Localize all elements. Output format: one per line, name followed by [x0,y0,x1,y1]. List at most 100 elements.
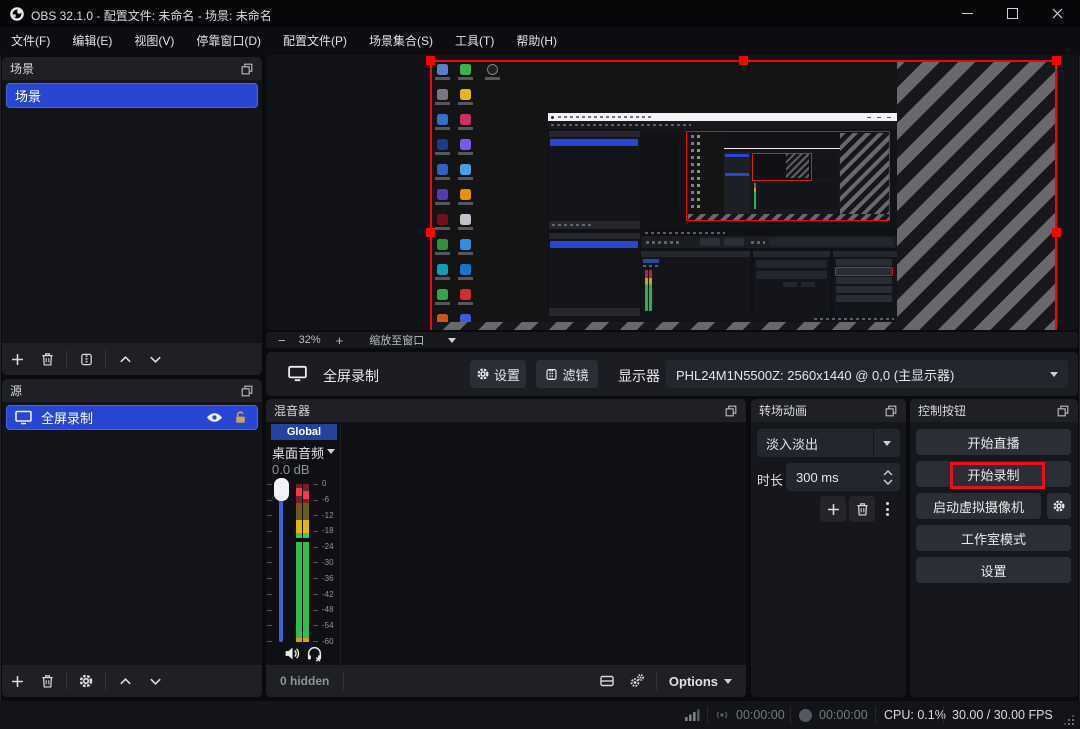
virtual-camera-settings-button[interactable] [1047,493,1071,519]
combo-arrow-icon [1050,372,1058,377]
menu-item[interactable]: 场景集合(S) [358,27,444,55]
lock-unlocked-icon[interactable] [233,410,248,425]
transition-duration-spinbox[interactable]: 300 ms [786,463,900,491]
menu-item[interactable]: 编辑(E) [61,27,123,55]
add-source-button[interactable] [2,665,32,697]
record-timer: 00:00:00 [819,708,868,722]
transition-properties-button[interactable] [878,496,896,522]
selection-handle[interactable] [739,56,748,65]
settings-button[interactable]: 设置 [916,557,1071,583]
selection-border-right [1055,60,1057,330]
selection-handle[interactable] [1052,56,1061,65]
studio-mode-button[interactable]: 工作室模式 [916,525,1071,551]
menu-bar: 文件(F)编辑(E)视图(V)停靠窗口(D)配置文件(P)场景集合(S)工具(T… [0,27,1080,55]
cpu-usage: CPU: 0.1% [884,708,946,722]
mixer-dock: 混音器 Global 桌面音频 0.0 dB [266,399,746,697]
dock-popup-icon[interactable] [1056,404,1070,418]
selection-handle[interactable] [426,56,435,65]
selected-source-toolbar: 全屏录制 设置 滤镜 显示器 PHL24M1N5500Z: 2560x1440 … [266,352,1078,396]
sources-dock: 源 全屏录制 [2,379,262,697]
obs-logo-icon [9,6,25,22]
controls-dock-title: 控制按钮 [918,402,1056,419]
menu-item[interactable]: 配置文件(P) [272,27,358,55]
maximize-button[interactable] [990,0,1035,27]
source-filters-button[interactable]: 滤镜 [536,360,598,388]
menu-item[interactable]: 工具(T) [444,27,505,55]
preview-captured-obs-window [548,113,897,322]
zoom-in-button[interactable]: + [336,333,344,348]
volume-db-label: 0.0 dB [272,462,310,477]
channel-dropdown-arrow[interactable] [327,449,335,454]
mixer-options-button[interactable]: Options [669,674,718,689]
source-settings-button[interactable]: 设置 [470,360,526,388]
mixer-bottom-bar: 0 hidden Options [266,665,746,697]
visibility-eye-icon[interactable] [206,410,223,425]
network-status-icon [684,708,700,722]
sources-dock-header: 源 [2,379,262,402]
zoom-out-button[interactable]: − [278,333,286,348]
display-select-combo[interactable]: PHL24M1N5500Z: 2560x1440 @ 0,0 (主显示器) [666,360,1068,388]
transition-select-combo[interactable]: 淡入淡出 [757,429,900,457]
remove-source-button[interactable] [32,665,62,697]
mixer-settings-button[interactable] [622,665,652,697]
menu-item[interactable]: 停靠窗口(D) [185,27,272,55]
controls-dock-header: 控制按钮 [910,399,1078,422]
volume-slider-track[interactable] [279,484,283,642]
start-streaming-button[interactable]: 开始直播 [916,429,1071,455]
selected-source-name: 全屏录制 [323,366,379,386]
add-scene-button[interactable] [2,343,32,375]
preview-canvas[interactable] [266,55,1078,330]
add-transition-button[interactable] [820,496,846,522]
volume-slider-handle[interactable] [274,478,289,501]
record-status-icon [799,709,812,722]
status-bar: 00:00:00 00:00:00 CPU: 0.1% 30.00 / 30.0… [0,701,1080,729]
display-source-icon [15,410,32,425]
mixer-layout-button[interactable] [592,665,622,697]
dock-popup-icon[interactable] [240,384,254,398]
zoom-fit-label[interactable]: 缩放至窗口 [369,332,424,348]
start-virtual-camera-button[interactable]: 启动虚拟摄像机 [916,493,1041,519]
speaker-icon[interactable] [284,645,301,662]
zoom-level: 32% [299,334,321,346]
remove-scene-button[interactable] [32,343,62,375]
source-up-button[interactable] [110,665,140,697]
source-properties-button[interactable] [71,665,101,697]
spin-up-icon[interactable] [883,470,893,476]
dock-popup-icon[interactable] [240,62,254,76]
scene-down-button[interactable] [140,343,170,375]
minimize-button[interactable] [945,0,990,27]
dock-popup-icon[interactable] [884,404,898,418]
scene-list-item[interactable]: 场景 [6,83,258,108]
options-arrow-icon[interactable] [724,679,732,684]
source-list-item[interactable]: 全屏录制 [6,405,258,430]
duration-label: 时长 [757,470,783,489]
scene-filters-button[interactable] [71,343,101,375]
menu-item[interactable]: 视图(V) [123,27,185,55]
controls-dock: 控制按钮 开始直播 开始录制 启动虚拟摄像机 工作室模式 设置 [910,399,1078,697]
menu-item[interactable]: 文件(F) [0,27,61,55]
scene-up-button[interactable] [110,343,140,375]
dock-popup-icon[interactable] [724,404,738,418]
zoom-dropdown-arrow[interactable] [448,338,456,343]
desktop-icon [481,64,504,80]
close-button[interactable] [1035,0,1080,27]
obs-window: OBS 32.1.0 - 配置文件: 未命名 - 场景: 未命名 文件(F)编辑… [0,0,1080,729]
combo-arrow-icon [883,441,891,446]
remove-transition-button[interactable] [849,496,875,522]
volume-meter-left [296,484,302,642]
selection-handle[interactable] [1052,228,1061,237]
spin-down-icon[interactable] [883,479,893,485]
headphones-muted-icon[interactable] [306,645,323,662]
scenes-toolbar [2,343,262,375]
meter-ticks [313,484,318,642]
scenes-dock: 场景 场景 [2,57,262,375]
source-down-button[interactable] [140,665,170,697]
volume-meter-right [303,484,309,642]
selection-handle[interactable] [426,228,435,237]
titlebar: OBS 32.1.0 - 配置文件: 未命名 - 场景: 未命名 [0,0,1080,27]
mixer-dock-header: 混音器 [266,399,746,422]
preview-zoom-bar: − 32% + 缩放至窗口 [266,332,1078,348]
audio-channel-name[interactable]: 桌面音频 [272,443,324,462]
menu-item[interactable]: 帮助(H) [505,27,568,55]
resize-grip[interactable] [1064,715,1074,725]
